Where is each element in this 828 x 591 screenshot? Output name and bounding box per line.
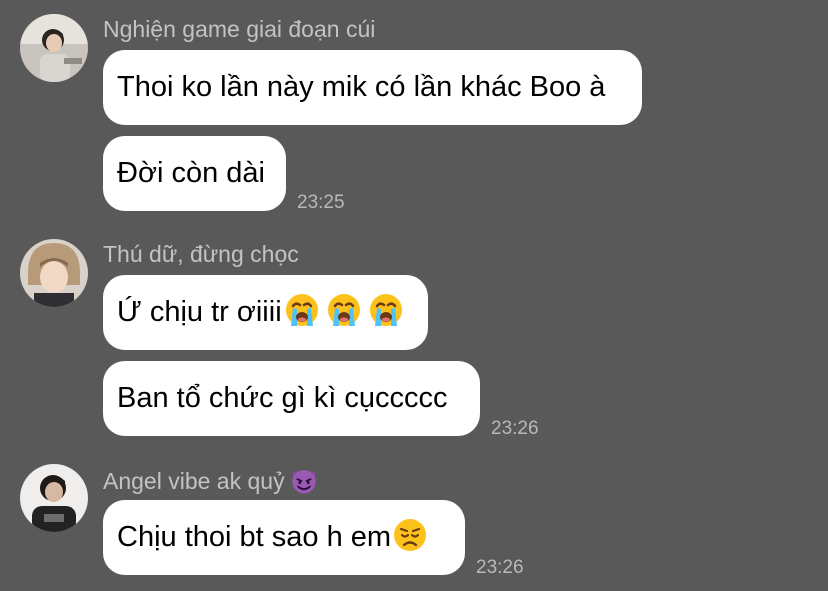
sender-name: Thú dữ, đừng chọc (103, 241, 299, 267)
message-bubble[interactable]: Ứ chịu tr ơiiii (103, 275, 428, 350)
user-avatar-photo-icon (20, 239, 88, 307)
message-text: Ứ chịu tr ơiiii (117, 296, 282, 328)
sender-name-text: Angel vibe ak quỷ (103, 468, 285, 494)
message-timestamp: 23:25 (297, 192, 345, 213)
user-avatar-photo-icon (20, 14, 88, 82)
avatar[interactable] (20, 464, 88, 532)
disappointed-face-emoji-icon (392, 517, 428, 553)
sender-name: Nghiện game giai đoạn cúi (103, 16, 376, 42)
avatar[interactable] (20, 14, 88, 82)
smiling-face-with-horns-emoji-icon (289, 465, 319, 495)
message-bubble[interactable]: Ban tổ chức gì kì cụccccc (103, 361, 480, 436)
message-timestamp: 23:26 (476, 557, 524, 578)
message-bubble[interactable]: Đời còn dài (103, 136, 286, 211)
avatar[interactable] (20, 239, 88, 307)
loudly-crying-face-emoji-icon (368, 292, 404, 328)
message-bubble[interactable]: Thoi ko lần này mik có lần khác Boo à (103, 50, 642, 125)
loudly-crying-face-emoji-icon (326, 292, 362, 328)
sender-name: Angel vibe ak quỷ (103, 465, 319, 495)
user-avatar-photo-icon (20, 464, 88, 532)
message-text: Chịu thoi bt sao h em (117, 521, 392, 553)
message-timestamp: 23:26 (491, 418, 539, 439)
loudly-crying-face-emoji-icon (284, 292, 320, 328)
message-bubble[interactable]: Chịu thoi bt sao h em (103, 500, 465, 575)
